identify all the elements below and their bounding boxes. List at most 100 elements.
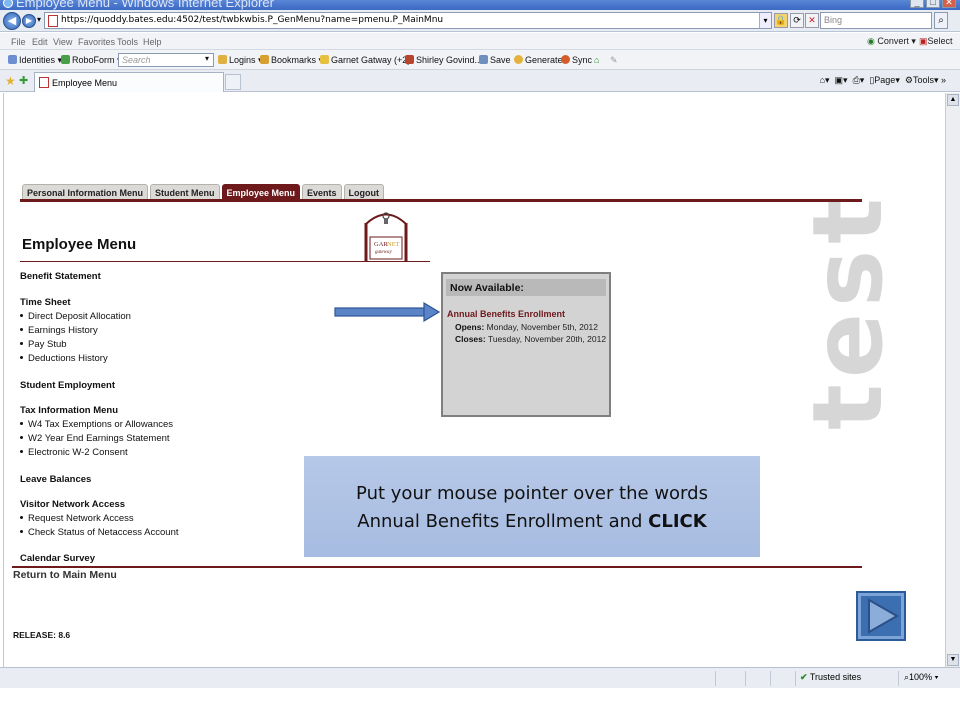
search-input[interactable]: Bing bbox=[820, 12, 932, 29]
minimize-button[interactable]: _ bbox=[910, 0, 924, 8]
select-button[interactable]: ▣Select bbox=[919, 36, 953, 47]
favorites-star-icon[interactable]: ★ bbox=[5, 74, 16, 88]
logins-button[interactable]: Logins ▾ bbox=[218, 55, 263, 66]
deductions-history-link[interactable]: Deductions History bbox=[28, 353, 108, 364]
menu-tools[interactable]: Tools bbox=[117, 37, 138, 47]
earnings-history-link[interactable]: Earnings History bbox=[28, 325, 98, 336]
zoom-control[interactable]: ⌕100% ▾ bbox=[904, 672, 938, 683]
annual-benefits-enrollment-link[interactable]: Annual Benefits Enrollment bbox=[447, 309, 565, 319]
bullet-icon bbox=[20, 530, 23, 533]
calendar-survey-link[interactable]: Calendar Survey bbox=[20, 553, 95, 564]
status-segment bbox=[770, 671, 771, 686]
shirley-label: Shirley Govind... bbox=[416, 55, 483, 65]
print-icon[interactable]: ⎙▾ bbox=[853, 75, 865, 85]
stop-icon[interactable]: ✕ bbox=[805, 13, 819, 28]
list-item[interactable]: Check Status of Netaccess Account bbox=[20, 527, 179, 538]
list-item[interactable]: Pay Stub bbox=[20, 339, 67, 350]
tab-student-menu[interactable]: Student Menu bbox=[150, 184, 220, 200]
save-button[interactable]: Save bbox=[479, 55, 511, 65]
return-to-main-menu-link[interactable]: Return to Main Menu bbox=[13, 569, 117, 581]
closes-line: Closes: Tuesday, November 20th, 2012 bbox=[455, 334, 606, 344]
time-sheet-link[interactable]: Time Sheet bbox=[20, 297, 71, 308]
next-slide-button[interactable] bbox=[856, 591, 906, 641]
generate-label: Generate bbox=[525, 55, 563, 65]
scroll-up-icon[interactable]: ▲ bbox=[947, 94, 959, 106]
list-item[interactable]: Electronic W-2 Consent bbox=[20, 447, 128, 458]
w2-link[interactable]: W2 Year End Earnings Statement bbox=[28, 433, 170, 444]
forward-button[interactable]: ▶ bbox=[22, 14, 36, 28]
tools-menu[interactable]: ⚙Tools▾ bbox=[905, 75, 939, 85]
maximize-button[interactable]: □ bbox=[926, 0, 940, 8]
tab-employee-menu-active[interactable]: Employee Menu bbox=[221, 184, 301, 200]
roboform-button[interactable]: RoboForm ▾ bbox=[61, 55, 122, 66]
student-employment-link[interactable]: Student Employment bbox=[20, 380, 115, 391]
checkmark-icon: ✔ bbox=[800, 672, 808, 682]
menu-file[interactable]: File bbox=[11, 37, 26, 47]
star-icon bbox=[320, 55, 329, 64]
tab-logout[interactable]: Logout bbox=[343, 184, 385, 200]
scroll-down-icon[interactable]: ▼ bbox=[947, 654, 959, 666]
closes-value: Tuesday, November 20th, 2012 bbox=[487, 334, 607, 344]
electronic-w2-consent-link[interactable]: Electronic W-2 Consent bbox=[28, 447, 128, 458]
page-menu-label: Page bbox=[874, 75, 896, 85]
close-window-button[interactable]: ✕ bbox=[942, 0, 956, 8]
search-icon[interactable]: ⌕ bbox=[934, 12, 948, 29]
shirley-link[interactable]: Shirley Govind... bbox=[405, 55, 482, 65]
new-tab-button[interactable] bbox=[225, 74, 241, 90]
page-menu[interactable]: ▯Page▾ bbox=[869, 75, 900, 85]
menu-favorites[interactable]: Favorites bbox=[78, 37, 115, 47]
url-dropdown-icon[interactable]: ▾ bbox=[759, 13, 771, 28]
tax-information-menu-link[interactable]: Tax Information Menu bbox=[20, 405, 118, 416]
tab-employee-menu[interactable]: Employee Menu bbox=[34, 72, 224, 92]
benefit-statement-link[interactable]: Benefit Statement bbox=[20, 271, 101, 282]
leave-balances-link[interactable]: Leave Balances bbox=[20, 474, 91, 485]
browser-tab-bar: ★ ✚ Employee Menu ⌂▾ ▣▾ ⎙▾ ▯Page▾ ⚙Tools… bbox=[0, 70, 960, 92]
identities-button[interactable]: Identities ▾ bbox=[8, 55, 62, 66]
bookmarks-button[interactable]: Bookmarks ▾ bbox=[260, 55, 323, 66]
roboform-search-input[interactable]: Search bbox=[118, 53, 214, 67]
test-watermark: test bbox=[792, 191, 904, 430]
direct-deposit-link[interactable]: Direct Deposit Allocation bbox=[28, 311, 131, 322]
check-netaccess-link[interactable]: Check Status of Netaccess Account bbox=[28, 527, 179, 538]
add-favorites-icon[interactable]: ✚ bbox=[19, 74, 28, 87]
instruction-callout: Put your mouse pointer over the words An… bbox=[304, 456, 760, 557]
menu-help[interactable]: Help bbox=[143, 37, 162, 47]
pay-stub-link[interactable]: Pay Stub bbox=[28, 339, 67, 350]
home-page-icon[interactable]: ⌂▾ bbox=[820, 75, 830, 85]
feeds-icon[interactable]: ▣▾ bbox=[835, 75, 848, 85]
list-item[interactable]: W2 Year End Earnings Statement bbox=[20, 433, 170, 444]
garnet-gateway-link[interactable]: Garnet Gatway (+2) bbox=[320, 55, 410, 65]
roboform-search-dropdown-icon[interactable]: ▾ bbox=[205, 54, 209, 63]
vertical-scrollbar[interactable]: ▲ ▼ bbox=[945, 93, 960, 667]
list-item[interactable]: W4 Tax Exemptions or Allowances bbox=[20, 419, 173, 430]
generate-button[interactable]: Generate bbox=[514, 55, 563, 65]
request-network-access-link[interactable]: Request Network Access bbox=[28, 513, 134, 524]
list-item[interactable]: Request Network Access bbox=[20, 513, 134, 524]
history-dropdown-icon[interactable]: ▾ bbox=[37, 15, 41, 24]
identities-icon bbox=[8, 55, 17, 64]
tools-menu-label: Tools bbox=[912, 75, 934, 85]
tab-events[interactable]: Events bbox=[302, 184, 342, 200]
sync-button[interactable]: Sync bbox=[561, 55, 592, 65]
convert-button[interactable]: ◉ Convert ▾ bbox=[867, 36, 916, 47]
list-item[interactable]: Deductions History bbox=[20, 353, 108, 364]
menu-edit[interactable]: Edit bbox=[32, 37, 48, 47]
lock-icon[interactable]: 🔒 bbox=[774, 13, 788, 28]
w4-link[interactable]: W4 Tax Exemptions or Allowances bbox=[28, 419, 173, 430]
visitor-network-access-link[interactable]: Visitor Network Access bbox=[20, 499, 125, 510]
instruction-click-word: CLICK bbox=[648, 511, 707, 532]
release-label: RELEASE: 8.6 bbox=[13, 630, 71, 640]
pen-icon[interactable]: ✎ bbox=[610, 55, 618, 66]
url-field[interactable]: https://quoddy.bates.edu:4502/test/twbkw… bbox=[44, 12, 772, 29]
menu-view[interactable]: View bbox=[53, 37, 72, 47]
back-button[interactable]: ◀ bbox=[3, 12, 21, 30]
list-item[interactable]: Earnings History bbox=[20, 325, 98, 336]
home-icon[interactable]: ⌂ bbox=[594, 55, 599, 65]
refresh-icon[interactable]: ⟳ bbox=[790, 13, 804, 28]
security-zone[interactable]: ✔ Trusted sites bbox=[800, 672, 861, 683]
list-item[interactable]: Direct Deposit Allocation bbox=[20, 311, 131, 322]
sync-label: Sync bbox=[572, 55, 593, 65]
menu-bar: File Edit View Favorites Tools Help ◉ Co… bbox=[0, 33, 960, 50]
tab-personal-information-menu[interactable]: Personal Information Menu bbox=[22, 184, 149, 200]
ie-logo-icon bbox=[3, 0, 13, 8]
